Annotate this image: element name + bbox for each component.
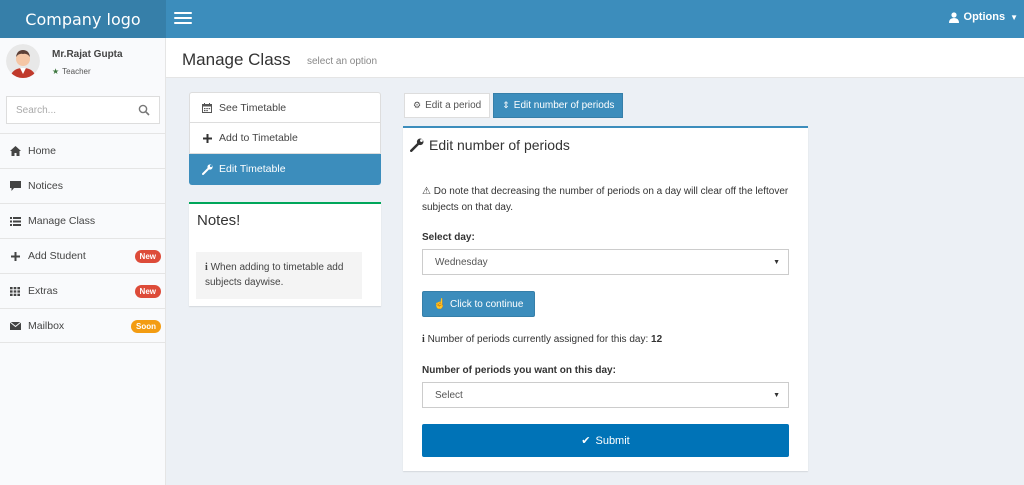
warning-note: ⚠ Do note that decreasing the number of … bbox=[422, 184, 792, 216]
hand-pointer-icon: ☝ bbox=[433, 298, 447, 310]
edit-tabs: ⚙ Edit a period ⇕ Edit number of periods bbox=[404, 93, 626, 118]
warning-text: Do note that decreasing the number of pe… bbox=[422, 186, 789, 213]
sidebar-toggle-icon[interactable] bbox=[174, 12, 192, 26]
nav-see-timetable[interactable]: See Timetable bbox=[189, 92, 381, 123]
caret-down-icon: ▼ bbox=[773, 392, 780, 399]
list-icon bbox=[9, 215, 21, 227]
wrench-icon bbox=[201, 163, 213, 175]
content-header: Manage Class select an option bbox=[166, 38, 1024, 78]
sidebar-item-add-student[interactable]: Add Student New bbox=[0, 238, 166, 273]
sidebar-menu: Home Notices Manage Class Add Student Ne… bbox=[0, 133, 166, 343]
user-name: Mr.Rajat Gupta bbox=[52, 49, 123, 60]
sidebar-item-mailbox[interactable]: Mailbox Soon bbox=[0, 308, 166, 343]
submit-label: Submit bbox=[595, 434, 630, 447]
caret-down-icon: ▼ bbox=[1010, 12, 1018, 22]
nav-label: Add to Timetable bbox=[219, 132, 298, 144]
sidebar: Mr.Rajat Gupta ★Teacher Home Notices Man… bbox=[0, 38, 166, 485]
continue-label: Click to continue bbox=[450, 298, 524, 310]
plus-icon bbox=[9, 250, 21, 262]
check-icon: ✔ bbox=[581, 435, 591, 447]
tab-edit-number-of-periods[interactable]: ⇕ Edit number of periods bbox=[493, 93, 624, 118]
caret-down-icon: ▼ bbox=[773, 259, 780, 266]
grid-icon bbox=[9, 285, 21, 297]
calendar-icon bbox=[201, 102, 213, 114]
sidebar-item-manage-class[interactable]: Manage Class bbox=[0, 203, 166, 238]
box-title: Edit number of periods bbox=[410, 137, 570, 153]
notes-title: Notes! bbox=[197, 212, 241, 229]
edit-periods-box: Edit number of periods ⚠ Do note that de… bbox=[403, 126, 808, 471]
sidebar-item-label: Extras bbox=[28, 285, 58, 297]
nav-label: Edit Timetable bbox=[219, 163, 286, 175]
nav-add-to-timetable[interactable]: Add to Timetable bbox=[189, 123, 381, 154]
warning-icon: ⚠ bbox=[422, 186, 431, 197]
gear-icon: ⚙ bbox=[413, 100, 422, 110]
notes-callout: i When adding to timetable add subjects … bbox=[196, 252, 362, 299]
options-label: Options bbox=[963, 11, 1006, 23]
user-icon bbox=[948, 11, 959, 23]
assigned-value: 12 bbox=[651, 334, 663, 345]
assigned-periods-info: i Number of periods currently assigned f… bbox=[422, 334, 662, 345]
notes-text: When adding to timetable add subjects da… bbox=[205, 262, 344, 288]
star-icon: ★ bbox=[52, 67, 60, 76]
sidebar-item-notices[interactable]: Notices bbox=[0, 168, 166, 203]
sidebar-item-label: Manage Class bbox=[28, 215, 96, 227]
avatar bbox=[6, 44, 40, 78]
search-icon[interactable] bbox=[138, 104, 150, 116]
comment-icon bbox=[9, 180, 21, 192]
select-day-value: Wednesday bbox=[435, 256, 488, 268]
box-title-text: Edit number of periods bbox=[429, 137, 570, 153]
sidebar-item-label: Notices bbox=[28, 180, 64, 192]
envelope-icon bbox=[9, 320, 21, 332]
plus-icon bbox=[201, 132, 213, 144]
sidebar-item-label: Mailbox bbox=[28, 319, 65, 332]
periods-label: Number of periods you want on this day: bbox=[422, 365, 616, 376]
info-icon: i bbox=[422, 334, 425, 345]
info-icon: i bbox=[205, 262, 208, 273]
top-navbar: Company logo Options ▼ bbox=[0, 0, 1024, 38]
sidebar-item-extras[interactable]: Extras New bbox=[0, 273, 166, 308]
search-box bbox=[6, 96, 160, 124]
notes-box: Notes! i When adding to timetable add su… bbox=[189, 202, 381, 306]
new-badge: New bbox=[134, 285, 161, 298]
assigned-prefix: Number of periods currently assigned for… bbox=[427, 334, 649, 345]
submit-button[interactable]: ✔ Submit bbox=[422, 424, 789, 457]
user-panel: Mr.Rajat Gupta ★ Teacher bbox=[0, 38, 165, 90]
options-menu[interactable]: Options ▼ bbox=[948, 11, 1018, 23]
home-icon bbox=[9, 145, 21, 157]
nav-label: See Timetable bbox=[219, 101, 287, 114]
select-day-label: Select day: bbox=[422, 232, 475, 243]
click-to-continue-button[interactable]: ☝ Click to continue bbox=[422, 291, 535, 317]
tab-edit-a-period[interactable]: ⚙ Edit a period bbox=[404, 93, 491, 118]
search-input[interactable] bbox=[7, 97, 127, 123]
sidebar-item-label: Home bbox=[28, 145, 57, 157]
tab-label: Edit number of periods bbox=[513, 100, 615, 111]
wrench-icon bbox=[410, 138, 424, 152]
page-title: Manage Class bbox=[182, 50, 291, 69]
sort-icon: ⇕ bbox=[502, 100, 510, 110]
user-role: ★ Teacher bbox=[52, 67, 91, 76]
soon-badge: Soon bbox=[131, 320, 161, 333]
periods-value: Select bbox=[435, 389, 463, 401]
periods-dropdown[interactable]: Select ▼ bbox=[422, 382, 789, 408]
nav-edit-timetable[interactable]: Edit Timetable bbox=[189, 154, 381, 185]
new-badge: New bbox=[134, 250, 161, 263]
sidebar-item-home[interactable]: Home bbox=[0, 133, 166, 168]
page-subtitle: select an option bbox=[307, 56, 378, 67]
select-day-dropdown[interactable]: Wednesday ▼ bbox=[422, 249, 789, 275]
timetable-nav: See Timetable Add to Timetable Edit Time… bbox=[189, 92, 381, 185]
company-logo[interactable]: Company logo bbox=[0, 0, 166, 38]
tab-label: Edit a period bbox=[425, 100, 482, 111]
sidebar-item-label: Add Student bbox=[28, 250, 86, 262]
